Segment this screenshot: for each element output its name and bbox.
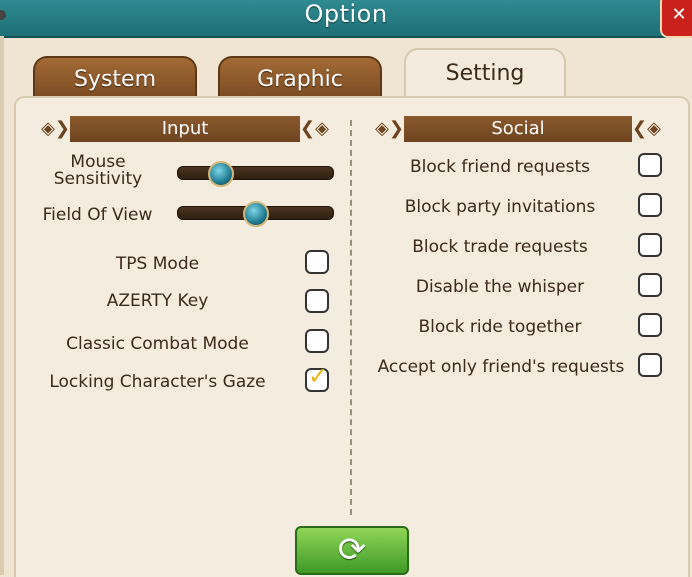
close-icon: ✕	[671, 4, 687, 25]
tps-mode-checkbox[interactable]	[305, 250, 329, 274]
azerty-key-checkbox[interactable]	[305, 289, 329, 313]
block-friend-requests-label: Block friend requests	[410, 157, 590, 177]
tab-graphic-label: Graphic	[257, 67, 343, 92]
locking-character-gaze-label: Locking Character's Gaze	[49, 372, 266, 392]
ornament-left-icon: ◈❯	[36, 116, 70, 142]
field-of-view-slider-knob[interactable]	[242, 201, 269, 227]
window-title: Option	[304, 0, 388, 28]
accept-only-friends-requests-checkbox[interactable]	[638, 353, 662, 377]
close-button[interactable]: ✕	[660, 0, 692, 38]
refresh-icon: ⟳	[337, 530, 367, 570]
accept-only-friends-requests-label: Accept only friend's requests	[377, 357, 625, 377]
block-trade-requests-checkbox[interactable]	[638, 233, 662, 257]
mouse-sensitivity-label-line2: Sensitivity	[53, 169, 143, 189]
tab-system-label: System	[73, 67, 157, 92]
classic-combat-mode-checkbox[interactable]	[305, 329, 329, 353]
locking-character-gaze-checkbox[interactable]: ✓	[305, 364, 329, 392]
field-of-view-slider[interactable]	[177, 201, 334, 227]
social-section-header: ◈❯ Social ❮◈	[370, 116, 666, 142]
azerty-key-label: AZERTY Key	[106, 291, 209, 311]
classic-combat-mode-label: Classic Combat Mode	[66, 334, 249, 354]
ornament-right-icon: ❮◈	[632, 116, 666, 142]
disable-whisper-checkbox[interactable]	[638, 273, 662, 297]
tab-setting[interactable]: Setting	[404, 48, 566, 102]
block-trade-requests-label: Block trade requests	[412, 237, 588, 257]
block-party-invitations-checkbox[interactable]	[638, 193, 662, 217]
field-of-view-label: Field Of View	[42, 205, 153, 225]
block-party-invitations-label: Block party invitations	[404, 197, 596, 217]
tab-graphic[interactable]: Graphic	[218, 56, 382, 100]
ornament-right-icon: ❮◈	[300, 116, 334, 142]
input-header-label: Input	[161, 118, 209, 139]
check-icon: ✓	[308, 362, 329, 390]
tab-setting-label: Setting	[445, 61, 525, 86]
block-ride-together-label: Block ride together	[418, 317, 582, 337]
mouse-sensitivity-slider[interactable]	[177, 161, 334, 187]
window-left-border	[0, 36, 4, 575]
disable-whisper-label: Disable the whisper	[415, 277, 585, 297]
block-friend-requests-checkbox[interactable]	[638, 153, 662, 177]
mouse-sensitivity-label: Mouse Sensitivity	[48, 154, 148, 188]
block-ride-together-checkbox[interactable]	[638, 313, 662, 337]
input-section-header: ◈❯ Input ❮◈	[36, 116, 334, 142]
column-divider	[350, 120, 352, 515]
ornament-left-icon: ◈❯	[370, 116, 404, 142]
tps-mode-label: TPS Mode	[115, 254, 200, 274]
reset-button[interactable]: ⟳	[295, 526, 409, 575]
social-header-label: Social	[491, 118, 545, 139]
title-bar: Option ✕	[0, 0, 692, 38]
tab-system[interactable]: System	[33, 56, 197, 100]
mouse-sensitivity-slider-knob[interactable]	[208, 161, 235, 187]
